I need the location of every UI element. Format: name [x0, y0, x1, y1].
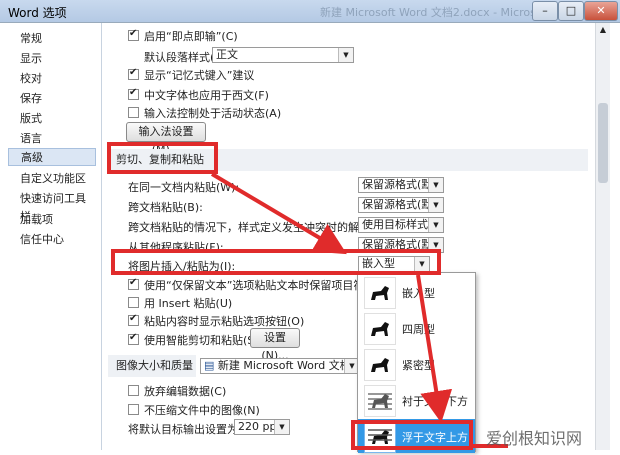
- sidebar-item-general[interactable]: 常规: [8, 30, 96, 48]
- content-scrollbar[interactable]: ▲: [595, 23, 610, 450]
- sidebar-item-language[interactable]: 语言: [8, 130, 96, 148]
- annotation-box-section: [107, 142, 218, 174]
- show-paste-options-checkbox[interactable]: [128, 313, 139, 326]
- chevron-down-icon: ▼: [428, 198, 443, 212]
- sidebar-item-trust-center[interactable]: 信任中心: [8, 231, 96, 249]
- smart-cut-checkbox[interactable]: [128, 332, 139, 345]
- sidebar-item-proofing[interactable]: 校对: [8, 70, 96, 88]
- paste-between-docs-select[interactable]: 保留源格式(默认) ▼: [358, 197, 444, 213]
- dog-picture-icon: [364, 349, 396, 381]
- no-compress-checkbox[interactable]: [128, 404, 139, 415]
- smart-cut-label: 使用智能剪切和粘贴(S): [144, 334, 259, 347]
- keep-bullets-checkbox[interactable]: [128, 277, 139, 290]
- annotation-box-in-front-option: [351, 420, 473, 450]
- default-paragraph-style-value: 正文: [216, 48, 238, 61]
- paste-within-doc-select[interactable]: 保留源格式(默认) ▼: [358, 177, 444, 193]
- default-output-select[interactable]: 220 ppi ▼: [234, 419, 290, 435]
- maximize-button[interactable]: □: [558, 1, 584, 21]
- sidebar-item-display[interactable]: 显示: [8, 50, 96, 68]
- word-doc-icon: ▤: [204, 359, 218, 372]
- dog-picture-icon: [364, 313, 396, 345]
- insert-key-paste-label: 用 Insert 粘贴(U): [144, 297, 233, 310]
- image-size-document-value: 新建 Microsoft Word 文档2.docx: [217, 359, 359, 372]
- insert-key-paste-checkbox[interactable]: [128, 297, 139, 308]
- sidebar-item-save[interactable]: 保存: [8, 90, 96, 108]
- chinese-font-western-checkbox[interactable]: [128, 87, 139, 100]
- image-size-document-select[interactable]: ▤ 新建 Microsoft Word 文档2.docx ▼: [200, 358, 360, 374]
- show-paste-options-label: 粘贴内容时显示粘贴选项按钮(O): [144, 315, 305, 328]
- chevron-down-icon: ▼: [274, 420, 289, 434]
- enable-click-type-checkbox[interactable]: [128, 28, 139, 41]
- close-button[interactable]: ✕: [584, 1, 618, 21]
- sidebar-item-customize-ribbon[interactable]: 自定义功能区: [8, 170, 96, 188]
- wrap-option-square[interactable]: 四周型: [358, 311, 475, 345]
- minimize-button[interactable]: –: [532, 1, 558, 21]
- ime-control-checkbox[interactable]: [128, 107, 139, 118]
- options-content: 启用“即点即输”(C) 默认段落样式(Y): 正文 ▼ 显示“记忆式键入”建议 …: [108, 23, 595, 450]
- chinese-font-western-label: 中文字体也应用于西文(F): [144, 89, 269, 102]
- show-autocomplete-label: 显示“记忆式键入”建议: [144, 69, 255, 82]
- image-size-section-header: 图像大小和质量: [108, 355, 196, 377]
- no-compress-label: 不压缩文件中的图像(N): [144, 404, 260, 417]
- sidebar-item-quick-access[interactable]: 快速访问工具栏: [8, 190, 96, 223]
- discard-editing-data-checkbox[interactable]: [128, 385, 139, 396]
- wrap-option-tight[interactable]: 紧密型: [358, 347, 475, 381]
- wrap-option-behind-text[interactable]: 衬于文字下方: [358, 383, 475, 417]
- scroll-up-icon[interactable]: ▲: [596, 23, 610, 37]
- default-paragraph-style-select[interactable]: 正文 ▼: [212, 47, 354, 63]
- chevron-down-icon: ▼: [428, 218, 443, 232]
- wrap-option-label: 嵌入型: [402, 287, 435, 300]
- title-bar: Word 选项 新建 Microsoft Word 文档2.docx - Mic…: [0, 0, 620, 23]
- show-autocomplete-checkbox[interactable]: [128, 67, 139, 80]
- ime-control-label: 输入法控制处于活动状态(A): [144, 107, 282, 120]
- options-sidebar: 常规 显示 校对 保存 版式 语言 高级 自定义功能区 快速访问工具栏 加载项 …: [0, 23, 102, 450]
- scroll-thumb[interactable]: [598, 103, 608, 183]
- annotation-box-insert-picture: [111, 249, 441, 275]
- ime-settings-button[interactable]: 输入法设置(M)...: [126, 122, 206, 156]
- sidebar-item-advanced[interactable]: 高级: [8, 148, 96, 166]
- sidebar-item-layout[interactable]: 版式: [8, 110, 96, 128]
- wrap-option-label: 衬于文字下方: [402, 395, 468, 408]
- dog-behind-text-icon: [364, 385, 396, 417]
- style-conflict-select[interactable]: 使用目标样式(默认) ▼: [358, 217, 444, 233]
- paste-within-doc-label: 在同一文档内粘贴(W):: [128, 181, 240, 194]
- site-watermark: 爱创根知识网: [486, 429, 583, 448]
- dog-picture-icon: [364, 277, 396, 309]
- smart-cut-settings-button[interactable]: 设置(N)...: [250, 328, 300, 362]
- paste-between-docs-label: 跨文档粘贴(B):: [128, 201, 203, 214]
- chevron-down-icon: ▼: [428, 178, 443, 192]
- discard-editing-data-label: 放弃编辑数据(C): [144, 385, 227, 398]
- enable-click-type-label: 启用“即点即输”(C): [144, 30, 238, 43]
- window-title: Word 选项: [8, 6, 67, 20]
- sidebar-item-addins[interactable]: 加载项: [8, 211, 96, 229]
- wrap-option-label: 四周型: [402, 323, 435, 336]
- wrap-option-inline[interactable]: 嵌入型: [358, 275, 475, 309]
- wrap-option-label: 紧密型: [402, 359, 435, 372]
- chevron-down-icon: ▼: [338, 48, 353, 62]
